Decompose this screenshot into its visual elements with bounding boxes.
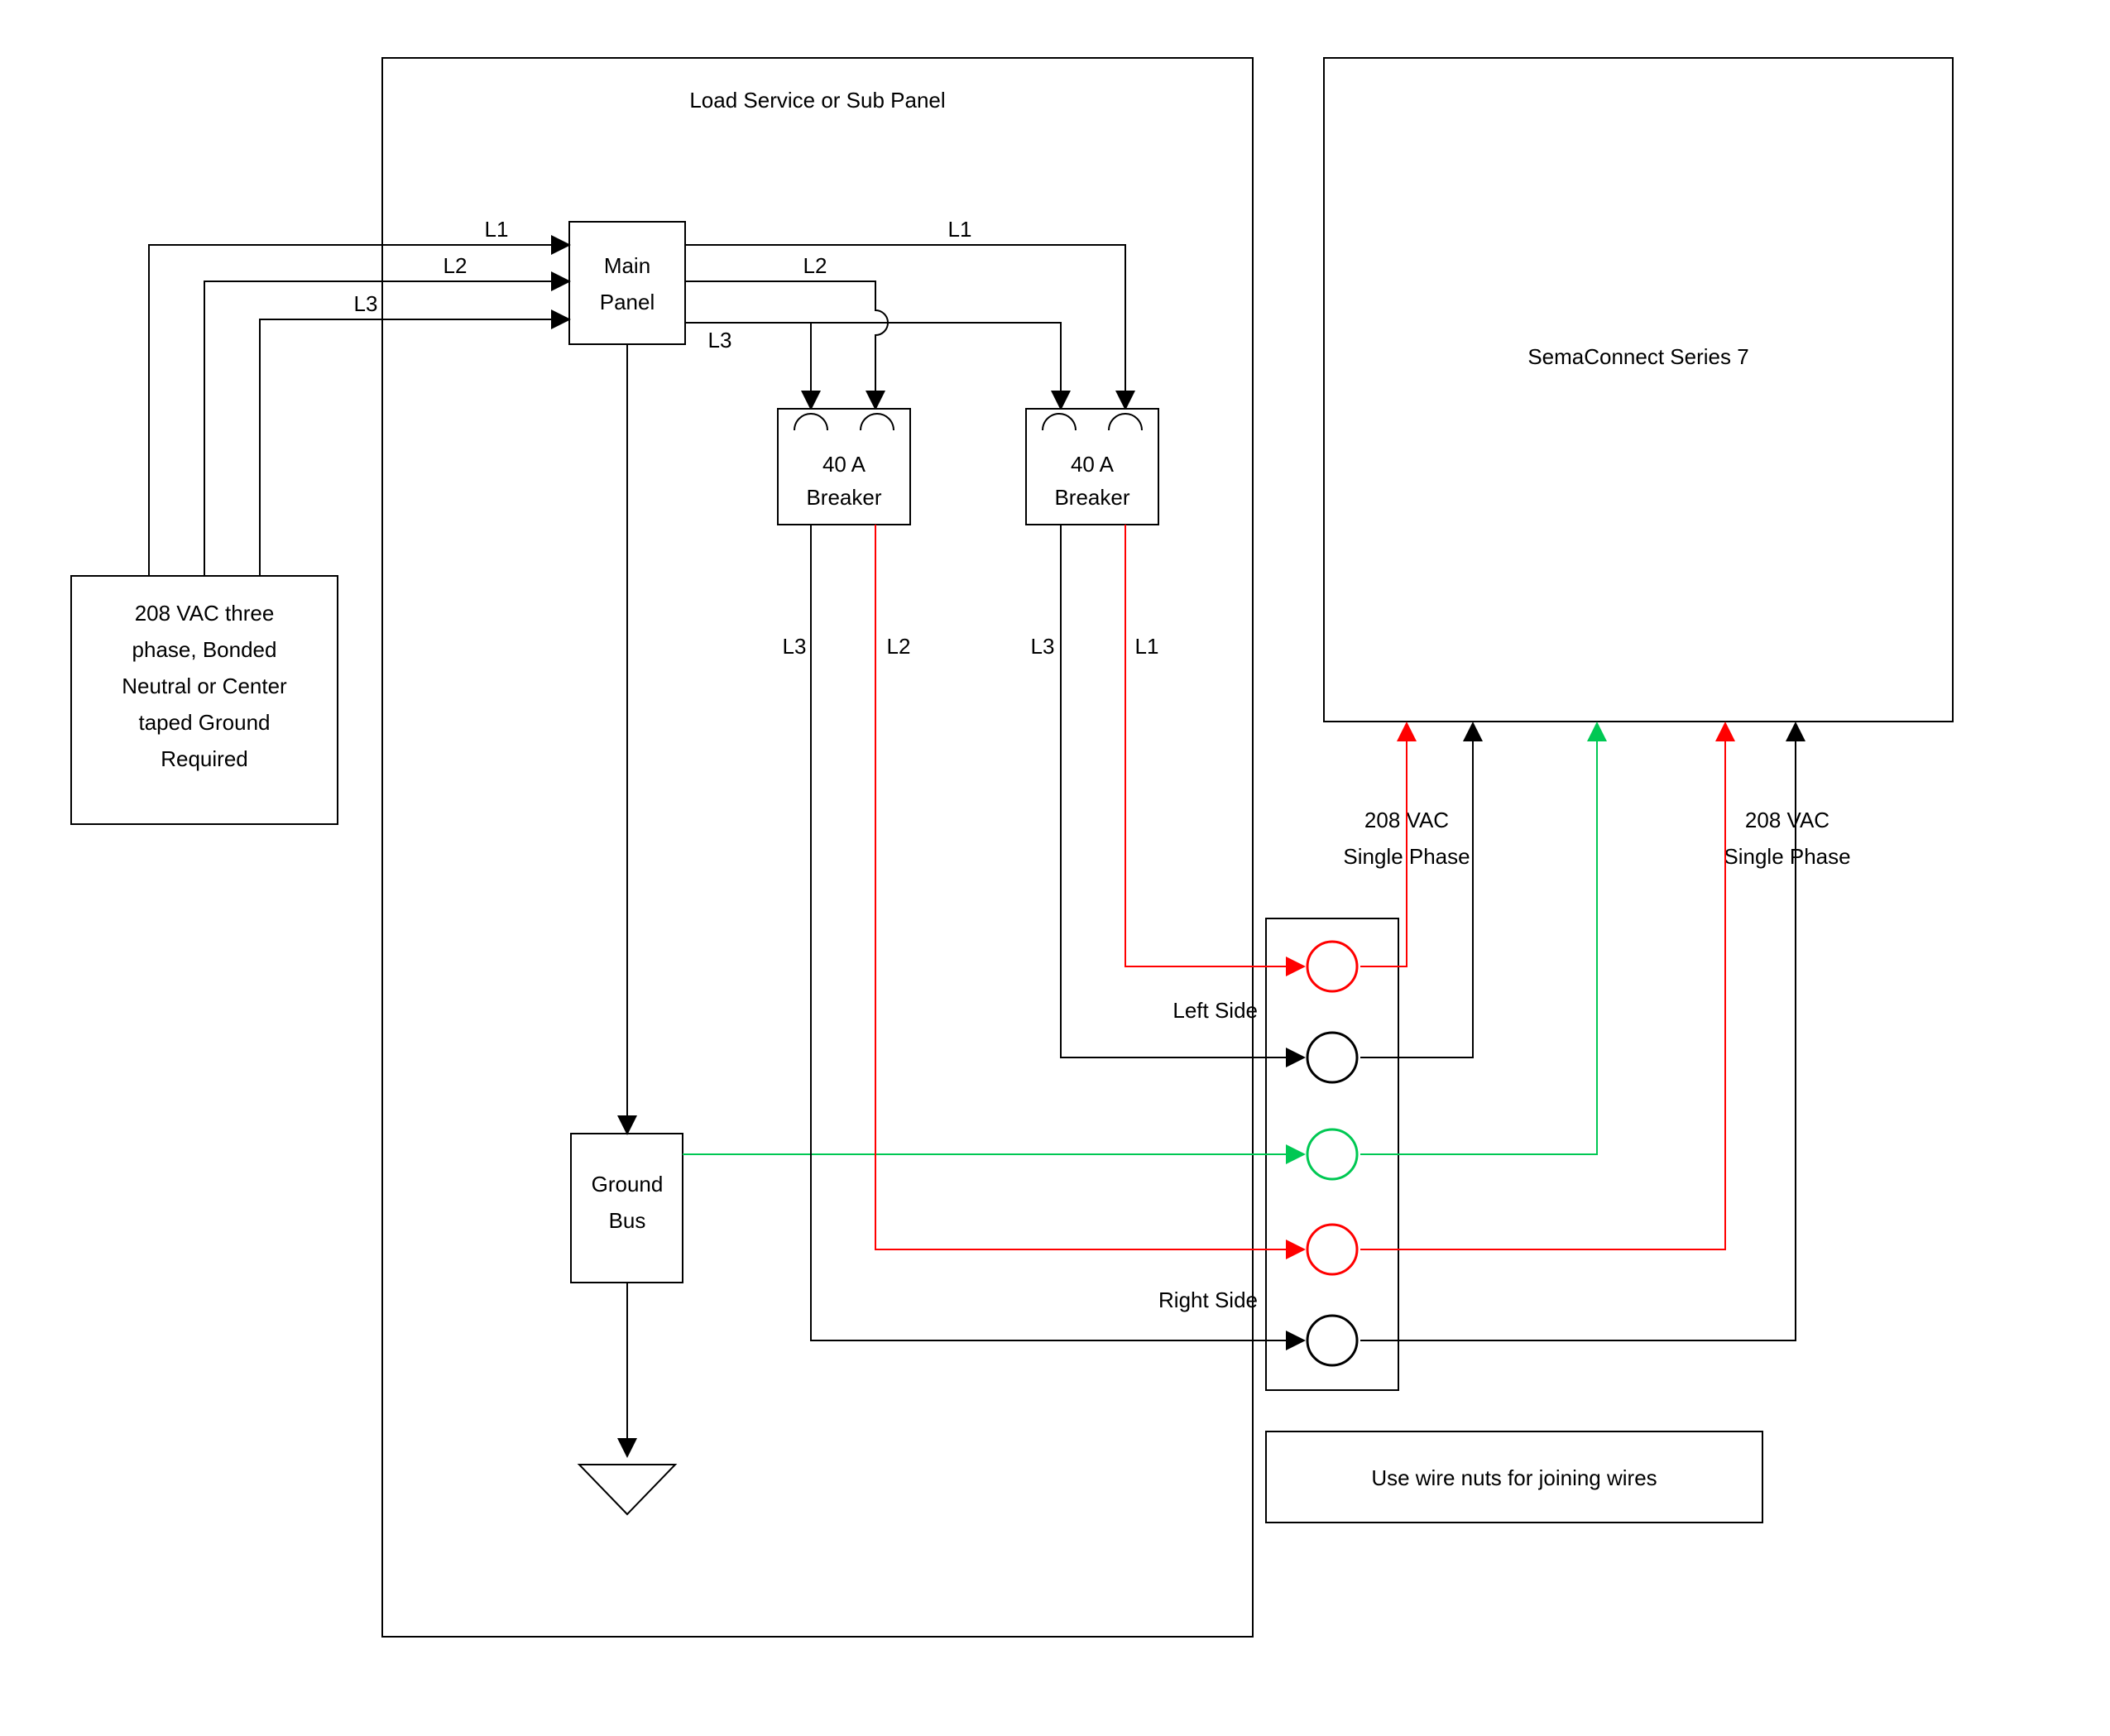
terminal-5-black bbox=[1307, 1316, 1357, 1365]
right-side-label: Right Side bbox=[1158, 1288, 1258, 1312]
phase-right-l2: Single Phase bbox=[1724, 844, 1850, 869]
terminal-4-red bbox=[1307, 1225, 1357, 1274]
label-b1-l2: L2 bbox=[887, 634, 911, 659]
phase-right-l1: 208 VAC bbox=[1745, 808, 1829, 832]
breaker1-l1: 40 A bbox=[822, 452, 866, 477]
label-l3-in: L3 bbox=[354, 291, 378, 316]
source-line3: Neutral or Center bbox=[122, 674, 287, 698]
terminal-2-black bbox=[1307, 1033, 1357, 1082]
load-service-panel-title: Load Service or Sub Panel bbox=[689, 88, 945, 113]
ground-bus-l2: Bus bbox=[609, 1208, 646, 1233]
label-l1-out: L1 bbox=[948, 217, 972, 242]
breaker2-l1: 40 A bbox=[1071, 452, 1115, 477]
wiring-diagram: Load Service or Sub Panel 208 VAC three … bbox=[0, 0, 2110, 1736]
label-l2-in: L2 bbox=[444, 253, 468, 278]
source-line5: Required bbox=[161, 746, 248, 771]
source-line2: phase, Bonded bbox=[132, 637, 277, 662]
note-text: Use wire nuts for joining wires bbox=[1371, 1465, 1657, 1490]
source-line1: 208 VAC three bbox=[135, 601, 275, 626]
label-l1-in: L1 bbox=[485, 217, 509, 242]
breaker1-l2: Breaker bbox=[806, 485, 881, 510]
source-line4: taped Ground bbox=[138, 710, 270, 735]
wire-t4-up bbox=[1360, 723, 1725, 1249]
label-l2-out: L2 bbox=[803, 253, 827, 278]
left-side-label: Left Side bbox=[1172, 998, 1258, 1023]
terminal-1-red bbox=[1307, 942, 1357, 991]
load-service-panel-box bbox=[382, 58, 1253, 1637]
ground-bus-l1: Ground bbox=[592, 1172, 664, 1196]
breaker2-l2: Breaker bbox=[1054, 485, 1129, 510]
label-b2-l1: L1 bbox=[1135, 634, 1159, 659]
label-b1-l3: L3 bbox=[783, 634, 807, 659]
semaconnect-label: SemaConnect Series 7 bbox=[1527, 344, 1748, 369]
main-panel-l1: Main bbox=[604, 253, 650, 278]
main-panel-l2: Panel bbox=[600, 290, 655, 314]
semaconnect-box bbox=[1324, 58, 1953, 722]
label-b2-l3: L3 bbox=[1031, 634, 1055, 659]
label-l3-out: L3 bbox=[708, 328, 732, 352]
main-panel-box bbox=[569, 222, 685, 344]
terminal-3-green bbox=[1307, 1129, 1357, 1179]
